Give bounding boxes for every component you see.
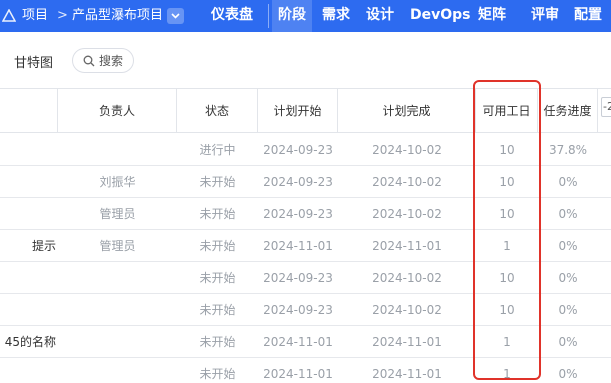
row-workdays: 1 [503, 239, 511, 253]
row-progress: 0% [558, 239, 578, 253]
chevron-down-icon [171, 13, 180, 19]
row-owner [58, 358, 177, 383]
stage-table: 负责人 状态 计划开始 计划完成 可用工日 任务进度 -2 进行中 2024-0… [0, 88, 611, 383]
breadcrumb-separator: > [57, 8, 68, 23]
row-progress: 0% [558, 175, 578, 189]
row-status: 未开始 [199, 239, 236, 253]
header-workdays[interactable]: 可用工日 [476, 89, 538, 133]
nav-divider [268, 4, 269, 28]
nav-matrix[interactable]: 矩阵 [478, 0, 506, 32]
row-name[interactable] [0, 166, 58, 198]
header-plan-end[interactable]: 计划完成 [338, 89, 476, 133]
row-owner: 管理员 [99, 239, 136, 253]
row-owner [58, 134, 177, 166]
row-workdays: 1 [503, 367, 511, 381]
row-workdays: 10 [499, 271, 515, 285]
row-plan-start: 2024-09-23 [263, 143, 333, 157]
row-workdays: 1 [503, 335, 511, 349]
table-row[interactable]: 提示 管理员 未开始 2024-11-01 2024-11-01 1 0% [0, 230, 611, 262]
row-plan-end: 2024-10-02 [372, 175, 442, 189]
breadcrumb-project-name[interactable]: 产品型瀑布项目 [72, 0, 163, 32]
row-plan-start: 2024-11-01 [263, 367, 333, 381]
search-icon [83, 55, 95, 66]
row-name[interactable] [0, 262, 58, 294]
nav-config[interactable]: 配置 [574, 0, 602, 32]
row-progress: 0% [558, 271, 578, 285]
table-row[interactable]: 45的名称 未开始 2024-11-01 2024-11-01 1 0% [0, 326, 611, 358]
row-status: 未开始 [199, 303, 236, 317]
row-name[interactable] [0, 294, 58, 326]
nav-review[interactable]: 评审 [531, 0, 559, 32]
search-button[interactable]: 搜索 [72, 48, 134, 73]
top-nav-bar: 项目 > 产品型瀑布项目 仪表盘 阶段 需求 设计 DevOps 矩阵 评审 配… [0, 0, 611, 32]
row-plan-start: 2024-09-23 [263, 175, 333, 189]
row-status: 未开始 [199, 207, 236, 221]
nav-requirements[interactable]: 需求 [322, 0, 350, 32]
row-name[interactable]: 提示 [0, 230, 58, 262]
row-plan-end: 2024-10-02 [372, 303, 442, 317]
row-progress: 0% [558, 303, 578, 317]
row-status: 未开始 [199, 335, 236, 349]
row-plan-end: 2024-10-02 [372, 207, 442, 221]
table-row[interactable]: 未开始 2024-09-23 2024-10-02 10 0% [0, 294, 611, 326]
row-owner: 刘振华 [99, 175, 136, 189]
gantt-chart-toggle[interactable]: 甘特图 [14, 52, 53, 71]
row-plan-end: 2024-10-02 [372, 271, 442, 285]
nav-design[interactable]: 设计 [366, 0, 394, 32]
row-plan-end: 2024-11-01 [372, 367, 442, 381]
row-plan-end: 2024-11-01 [372, 239, 442, 253]
header-status[interactable]: 状态 [177, 89, 258, 133]
row-owner: 管理员 [99, 207, 136, 221]
row-progress: 0% [558, 367, 578, 381]
table-row[interactable]: 进行中 2024-09-23 2024-10-02 10 37.8% [0, 134, 611, 166]
row-plan-start: 2024-09-23 [263, 303, 333, 317]
row-name[interactable] [0, 358, 58, 383]
row-owner [58, 294, 177, 326]
row-plan-end: 2024-11-01 [372, 335, 442, 349]
row-workdays: 10 [499, 143, 515, 157]
row-name[interactable]: 45的名称 [0, 326, 58, 358]
header-owner[interactable]: 负责人 [58, 89, 177, 133]
row-progress: 0% [558, 335, 578, 349]
header-name [0, 89, 58, 133]
nav-dashboard[interactable]: 仪表盘 [211, 0, 253, 32]
row-status: 未开始 [199, 175, 236, 189]
table-row[interactable]: 未开始 2024-11-01 2024-11-01 1 0% [0, 358, 611, 383]
row-progress: 37.8% [548, 143, 588, 157]
search-label: 搜索 [98, 54, 123, 68]
row-plan-start: 2024-09-23 [263, 207, 333, 221]
gantt-column-header: -2 [601, 97, 611, 117]
row-workdays: 10 [499, 175, 515, 189]
row-status: 未开始 [199, 367, 236, 381]
row-plan-start: 2024-11-01 [263, 335, 333, 349]
row-workdays: 10 [499, 303, 515, 317]
table-row[interactable]: 刘振华 未开始 2024-09-23 2024-10-02 10 0% [0, 166, 611, 198]
row-plan-start: 2024-11-01 [263, 239, 333, 253]
row-plan-start: 2024-09-23 [263, 271, 333, 285]
header-progress[interactable]: 任务进度 [538, 89, 598, 133]
table-row[interactable]: 管理员 未开始 2024-09-23 2024-10-02 10 0% [0, 198, 611, 230]
row-name[interactable] [0, 198, 58, 230]
row-progress: 0% [558, 207, 578, 221]
row-status: 未开始 [199, 271, 236, 285]
project-switch-dropdown[interactable] [167, 8, 184, 24]
header-plan-start[interactable]: 计划开始 [258, 89, 338, 133]
row-status: 进行中 [199, 143, 236, 157]
row-plan-end: 2024-10-02 [372, 143, 442, 157]
nav-stage[interactable]: 阶段 [272, 0, 312, 32]
nav-devops[interactable]: DevOps [410, 0, 471, 32]
row-owner [58, 262, 177, 294]
row-workdays: 10 [499, 207, 515, 221]
row-name[interactable] [0, 134, 58, 166]
project-icon [2, 0, 16, 32]
row-owner [58, 326, 177, 358]
table-header: 负责人 状态 计划开始 计划完成 可用工日 任务进度 -2 [0, 89, 611, 133]
table-row[interactable]: 未开始 2024-09-23 2024-10-02 10 0% [0, 262, 611, 294]
breadcrumb-projects[interactable]: 项目 [22, 0, 48, 32]
